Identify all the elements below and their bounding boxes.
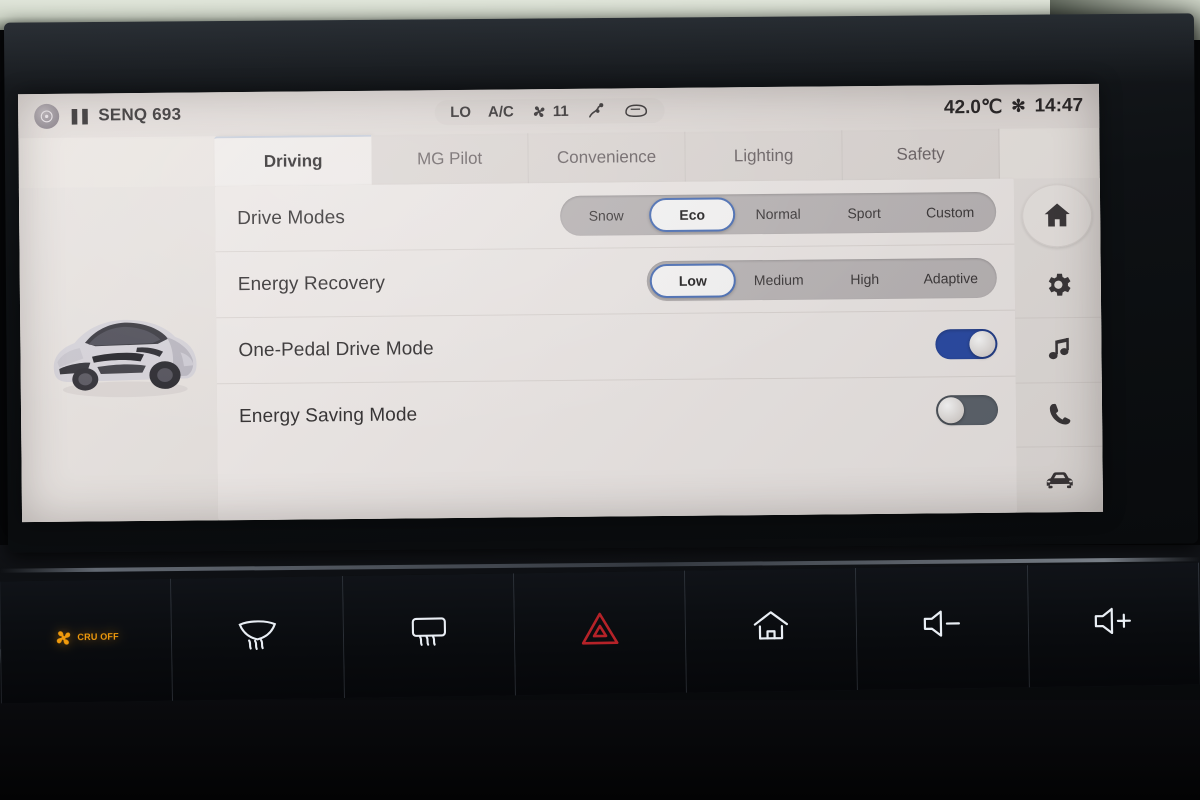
hard-button-ac-off[interactable]: CRU OFF [0,578,174,704]
bluetooth-icon: ✻ [1011,96,1026,116]
toggle-knob [937,397,965,424]
home-outline-icon [752,609,791,644]
airflow-direction-icon[interactable] [586,101,607,120]
home-icon [1041,200,1073,232]
energy-recovery-option-adaptive[interactable]: Adaptive [908,260,994,295]
physical-button-bar[interactable]: CRU OFF [0,562,1200,704]
one-pedal-drive-control[interactable] [935,328,998,359]
setting-row-energy-saving: Energy Saving Mode [217,377,1017,451]
volume-minus-icon [920,607,964,640]
setting-row-one-pedal-drive: One-Pedal Drive Mode [216,310,1016,385]
energy-saving-label: Energy Saving Mode [238,404,418,428]
infotainment-photo: ❚❚ SENQ 693 LO A/C 11 42.0℃ ✻ 14:47 Driv… [0,0,1200,800]
right-dock[interactable] [1013,177,1104,513]
climate-temp-mode[interactable]: LO [450,103,471,120]
energy-recovery-option-low[interactable]: Low [649,262,736,298]
status-bar-media[interactable]: ❚❚ SENQ 693 [34,102,182,129]
ac-off-label: CRU OFF [77,631,119,642]
volume-plus-icon [1091,605,1135,638]
settings-content: Drive Modes Snow Eco Normal Sport Custom… [18,177,1104,523]
drive-modes-label: Drive Modes [237,206,346,229]
drive-modes-segmented[interactable]: Snow Eco Normal Sport Custom [559,191,997,236]
tab-safety[interactable]: Safety [842,128,1000,181]
media-track-title: SENQ 693 [98,104,182,125]
media-source-icon [34,103,60,129]
status-bar-right: 42.0℃ ✻ 14:47 [944,94,1083,118]
fan-speed-value: 11 [552,102,569,120]
hard-button-volume-up[interactable] [1027,562,1200,688]
energy-saving-toggle[interactable] [935,394,999,426]
clock: 14:47 [1034,94,1084,117]
dock-button-settings[interactable] [1014,252,1102,319]
tab-mg-pilot[interactable]: MG Pilot [371,133,529,185]
drive-mode-option-sport[interactable]: Sport [821,195,907,230]
energy-recovery-label: Energy Recovery [237,272,386,295]
car-icon [1044,467,1076,493]
dock-button-media[interactable] [1015,317,1102,384]
tab-lighting-label: Lighting [733,145,794,166]
energy-saving-control[interactable] [935,394,999,426]
climate-ac-label[interactable]: A/C [488,103,514,120]
setting-row-drive-modes: Drive Modes Snow Eco Normal Sport Custom [214,178,1015,253]
settings-list: Drive Modes Snow Eco Normal Sport Custom… [214,178,1018,521]
rear-defrost-icon [407,614,450,649]
hard-button-hazard[interactable] [513,570,688,696]
toggle-knob [969,330,996,357]
front-defrost-icon [236,617,279,652]
tab-driving-label: Driving [263,151,323,171]
dock-button-vehicle[interactable] [1016,447,1103,513]
fan-icon [531,103,548,120]
hard-button-home[interactable] [685,567,859,693]
tab-mg-pilot-label: MG Pilot [416,148,483,169]
tab-safety-label: Safety [896,144,945,164]
one-pedal-drive-label: One-Pedal Drive Mode [238,337,434,361]
energy-recovery-option-high[interactable]: High [822,261,908,296]
vehicle-image [53,319,197,398]
drive-mode-option-custom[interactable]: Custom [907,194,993,229]
infotainment-screen: ❚❚ SENQ 693 LO A/C 11 42.0℃ ✻ 14:47 Driv… [17,83,1104,523]
outside-temperature: 42.0℃ [943,96,1003,118]
setting-row-energy-recovery: Energy Recovery Low Medium High Adaptive [215,244,1016,319]
tab-convenience-label: Convenience [556,147,657,168]
tab-driving[interactable]: Driving [214,134,372,187]
energy-recovery-segmented[interactable]: Low Medium High Adaptive [646,257,997,301]
bezel-sheen [3,13,1195,93]
fan-off-icon: CRU OFF [53,626,119,648]
dock-button-phone[interactable] [1015,382,1103,448]
hard-button-volume-down[interactable] [856,565,1030,690]
rear-defrost-icon[interactable] [624,102,649,119]
climate-fan-group[interactable]: 11 [531,102,569,120]
energy-recovery-control[interactable]: Low Medium High Adaptive [646,257,997,301]
dashboard-bottom-edge [0,700,1200,800]
vehicle-preview-panel [18,186,219,523]
music-note-icon [1044,335,1073,364]
tab-convenience[interactable]: Convenience [528,131,686,184]
hard-button-rear-defrost[interactable] [342,573,516,699]
pause-icon[interactable]: ❚❚ [68,107,89,125]
drive-modes-control[interactable]: Snow Eco Normal Sport Custom [559,191,997,236]
phone-icon [1044,400,1073,429]
climate-status-group[interactable]: LO A/C 11 [434,97,665,125]
energy-recovery-option-medium[interactable]: Medium [736,262,822,297]
hard-button-front-defrost[interactable] [171,576,345,701]
tab-lighting[interactable]: Lighting [685,130,843,182]
drive-mode-option-eco[interactable]: Eco [648,196,736,232]
settings-tab-bar[interactable]: Driving MG Pilot Convenience Lighting Sa… [214,128,1099,187]
drive-mode-option-snow[interactable]: Snow [563,198,649,233]
dock-button-home[interactable] [1021,183,1093,248]
one-pedal-drive-toggle[interactable] [935,328,998,359]
gear-icon [1042,269,1073,300]
hazard-triangle-icon [580,611,621,648]
drive-mode-option-normal[interactable]: Normal [735,196,821,231]
